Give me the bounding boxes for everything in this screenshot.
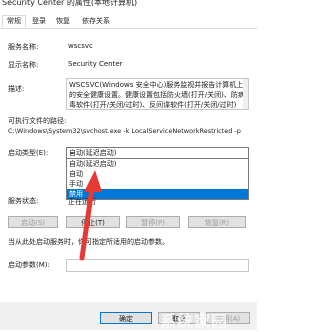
red-arrow-icon [79,170,102,261]
watermark-logo: 系统家园 [160,312,229,331]
